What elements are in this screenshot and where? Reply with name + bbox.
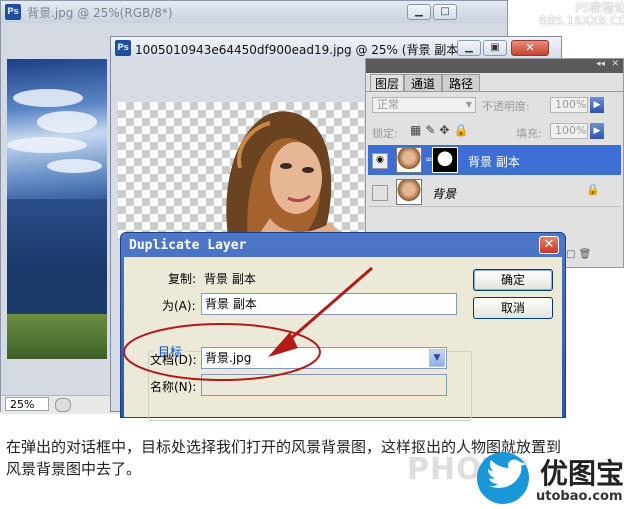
bird-logo-icon: [477, 452, 529, 504]
logo-text: 优图宝: [540, 457, 624, 490]
annotation-overlay: [123, 266, 373, 381]
logo-url: utobao.com: [536, 489, 623, 504]
annotation-ellipse: [123, 323, 321, 381]
annotation-arrow-line: [279, 266, 373, 350]
